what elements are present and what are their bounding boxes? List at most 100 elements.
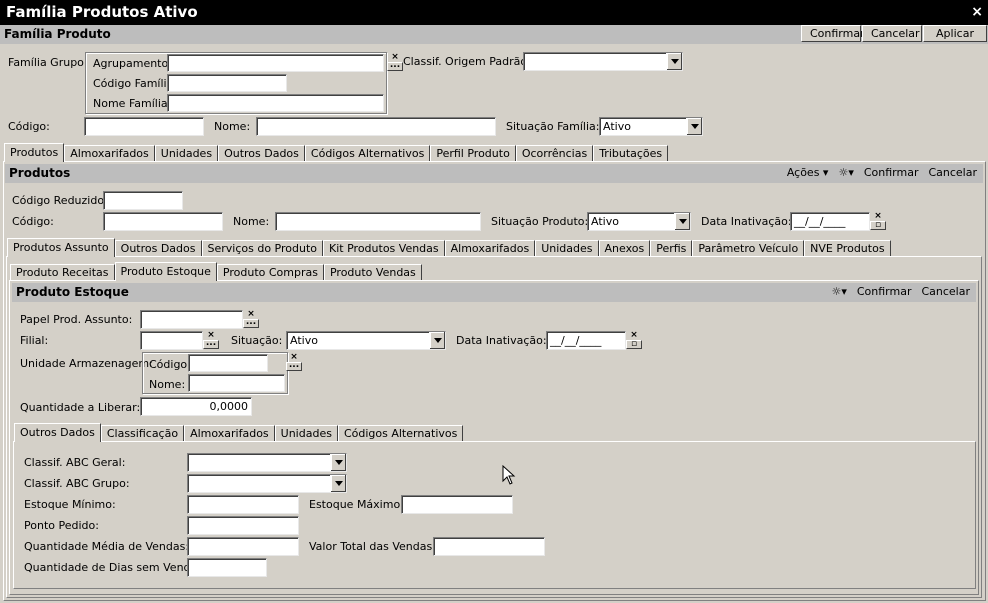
produtos-confirm-button[interactable]: Confirmar bbox=[864, 164, 919, 182]
estoque-minimo-input[interactable] bbox=[187, 495, 299, 514]
codigo-input[interactable] bbox=[84, 117, 204, 136]
tab-tributacoes[interactable]: Tributações bbox=[593, 145, 669, 161]
tab-classificacao[interactable]: Classificação bbox=[100, 425, 185, 441]
qtd-media-vendas-label: Quantidade Média de Vendas: bbox=[24, 540, 190, 553]
tab-ocorrencias[interactable]: Ocorrências bbox=[515, 145, 594, 161]
estoque-tabs: Outros Dados Classificação Almoxarifados… bbox=[14, 423, 464, 442]
calendar-icon[interactable]: ▫ bbox=[870, 221, 886, 230]
title-bar: Família Produtos Ativo × bbox=[0, 0, 988, 25]
tab-nve-produtos[interactable]: NVE Produtos bbox=[804, 240, 891, 256]
situacao-produto-select[interactable]: Ativo bbox=[587, 212, 691, 231]
chevron-down-icon[interactable] bbox=[674, 213, 690, 230]
window-title: Família Produtos Ativo bbox=[6, 3, 198, 21]
abc-grupo-select[interactable] bbox=[187, 474, 347, 493]
lookup-icon[interactable]: ... bbox=[387, 61, 403, 71]
cancel-button[interactable]: Cancelar bbox=[862, 25, 922, 42]
lookup-icon-4[interactable]: ... bbox=[286, 361, 302, 371]
tab-produto-estoque[interactable]: Produto Estoque bbox=[114, 262, 217, 281]
display-options-icon-2[interactable]: ☼▾ bbox=[831, 283, 846, 301]
codigo-label: Código: bbox=[8, 120, 50, 133]
estoque-confirm-button[interactable]: Confirmar bbox=[857, 283, 912, 301]
produtos-cancel-button[interactable]: Cancelar bbox=[928, 164, 977, 182]
tab-almoxarifados-2[interactable]: Almoxarifados bbox=[444, 240, 536, 256]
produto-nome-input[interactable] bbox=[275, 212, 481, 231]
qtd-dias-sem-vender-label: Quantidade de Dias sem Vender: bbox=[24, 561, 206, 574]
codigo-reduzido-input[interactable] bbox=[103, 191, 183, 210]
tab-almoxarifados-3[interactable]: Almoxarifados bbox=[184, 425, 275, 441]
papel-input[interactable] bbox=[140, 310, 243, 329]
confirm-button[interactable]: Confirmar bbox=[801, 25, 865, 42]
papel-label: Papel Prod. Assunto: bbox=[20, 313, 133, 326]
estoque-situacao-value: Ativo bbox=[290, 334, 318, 347]
estoque-maximo-label: Estoque Máximo: bbox=[309, 498, 404, 511]
actions-menu[interactable]: Ações ▾ bbox=[787, 164, 829, 182]
lookup-icon-3[interactable]: ... bbox=[203, 339, 219, 349]
mouse-cursor-icon bbox=[502, 465, 516, 485]
estoque-situacao-select[interactable]: Ativo bbox=[286, 331, 446, 350]
unidade-codigo-input[interactable] bbox=[188, 354, 268, 372]
tab-outros-dados-2[interactable]: Outros Dados bbox=[114, 240, 202, 256]
codigo-familia-input[interactable] bbox=[167, 74, 287, 92]
tab-perfis[interactable]: Perfis bbox=[650, 240, 693, 256]
situacao-familia-label: Situação Família: bbox=[506, 120, 600, 133]
produto-codigo-input[interactable] bbox=[103, 212, 223, 231]
quantidade-liberar-value: 0,0000 bbox=[209, 400, 249, 413]
qtd-media-vendas-input[interactable] bbox=[187, 537, 299, 556]
situacao-produto-label: Situação Produto: bbox=[491, 215, 589, 228]
tab-outros-dados-3[interactable]: Outros Dados bbox=[14, 423, 101, 442]
calendar-icon-2[interactable]: ▫ bbox=[626, 340, 642, 349]
data-inativacao-input[interactable]: __/__/____ bbox=[790, 212, 870, 231]
chevron-down-icon[interactable] bbox=[330, 475, 346, 492]
tab-kit-produtos-vendas[interactable]: Kit Produtos Vendas bbox=[323, 240, 445, 256]
tab-codigos-alternativos[interactable]: Códigos Alternativos bbox=[304, 145, 431, 161]
estoque-cancel-button[interactable]: Cancelar bbox=[921, 283, 970, 301]
estoque-minimo-label: Estoque Mínimo: bbox=[24, 498, 116, 511]
tab-produtos-assunto[interactable]: Produtos Assunto bbox=[7, 238, 115, 257]
unidade-armazenagem-label: Unidade Armazenagem: bbox=[20, 357, 153, 370]
chevron-down-icon[interactable] bbox=[666, 53, 682, 70]
chevron-down-icon[interactable] bbox=[686, 118, 702, 135]
nome-familia-label: Nome Família: bbox=[93, 97, 172, 110]
lookup-icon-2[interactable]: ... bbox=[243, 318, 259, 328]
tab-produto-receitas[interactable]: Produto Receitas bbox=[10, 264, 115, 280]
agrupamento-input[interactable] bbox=[167, 54, 384, 72]
tab-anexos[interactable]: Anexos bbox=[598, 240, 651, 256]
qtd-dias-sem-vender-input[interactable] bbox=[187, 558, 267, 577]
tab-almoxarifados[interactable]: Almoxarifados bbox=[64, 145, 155, 161]
tab-codigos-alternativos-2[interactable]: Códigos Alternativos bbox=[337, 425, 464, 441]
apply-button[interactable]: Aplicar bbox=[923, 25, 987, 42]
tab-unidades[interactable]: Unidades bbox=[154, 145, 219, 161]
tab-unidades-2[interactable]: Unidades bbox=[535, 240, 599, 256]
tab-produto-vendas[interactable]: Produto Vendas bbox=[323, 264, 422, 280]
familia-tabs: Produtos Almoxarifados Unidades Outros D… bbox=[4, 143, 669, 162]
valor-total-vendas-input[interactable] bbox=[433, 537, 545, 556]
tab-unidades-3[interactable]: Unidades bbox=[274, 425, 338, 441]
tab-parametro-veiculo[interactable]: Parâmetro Veículo bbox=[692, 240, 805, 256]
tab-produtos[interactable]: Produtos bbox=[4, 143, 65, 162]
codigo-reduzido-label: Código Reduzido: bbox=[12, 194, 108, 207]
estoque-data-inativacao-input[interactable]: __/__/____ bbox=[546, 331, 626, 350]
nome-familia-input[interactable] bbox=[167, 94, 384, 112]
chevron-down-icon[interactable] bbox=[429, 332, 445, 349]
classif-origem-label: Classif. Origem Padrão: bbox=[403, 55, 531, 68]
display-options-icon[interactable]: ☼▾ bbox=[838, 164, 853, 182]
estoque-data-inativacao-value: __/__/____ bbox=[550, 334, 602, 347]
filial-input[interactable] bbox=[140, 331, 203, 350]
chevron-down-icon[interactable] bbox=[330, 454, 346, 471]
unidade-nome-input[interactable] bbox=[188, 374, 285, 392]
situacao-familia-select[interactable]: Ativo bbox=[599, 117, 703, 136]
quantidade-liberar-input[interactable]: 0,0000 bbox=[140, 397, 252, 416]
abc-geral-select[interactable] bbox=[187, 453, 347, 472]
close-icon[interactable]: × bbox=[971, 3, 983, 21]
tab-produto-compras[interactable]: Produto Compras bbox=[216, 264, 324, 280]
ponto-pedido-input[interactable] bbox=[187, 516, 299, 535]
estoque-data-inativacao-label: Data Inativação: bbox=[456, 334, 547, 347]
ponto-pedido-label: Ponto Pedido: bbox=[24, 519, 99, 532]
tab-perfil-produto[interactable]: Perfil Produto bbox=[430, 145, 516, 161]
classif-origem-select[interactable] bbox=[523, 52, 683, 71]
nome-input[interactable] bbox=[256, 117, 496, 136]
tab-outros-dados[interactable]: Outros Dados bbox=[218, 145, 305, 161]
data-inativacao-label: Data Inativação: bbox=[701, 215, 792, 228]
tab-servicos-produto[interactable]: Serviços do Produto bbox=[201, 240, 324, 256]
estoque-maximo-input[interactable] bbox=[401, 495, 513, 514]
